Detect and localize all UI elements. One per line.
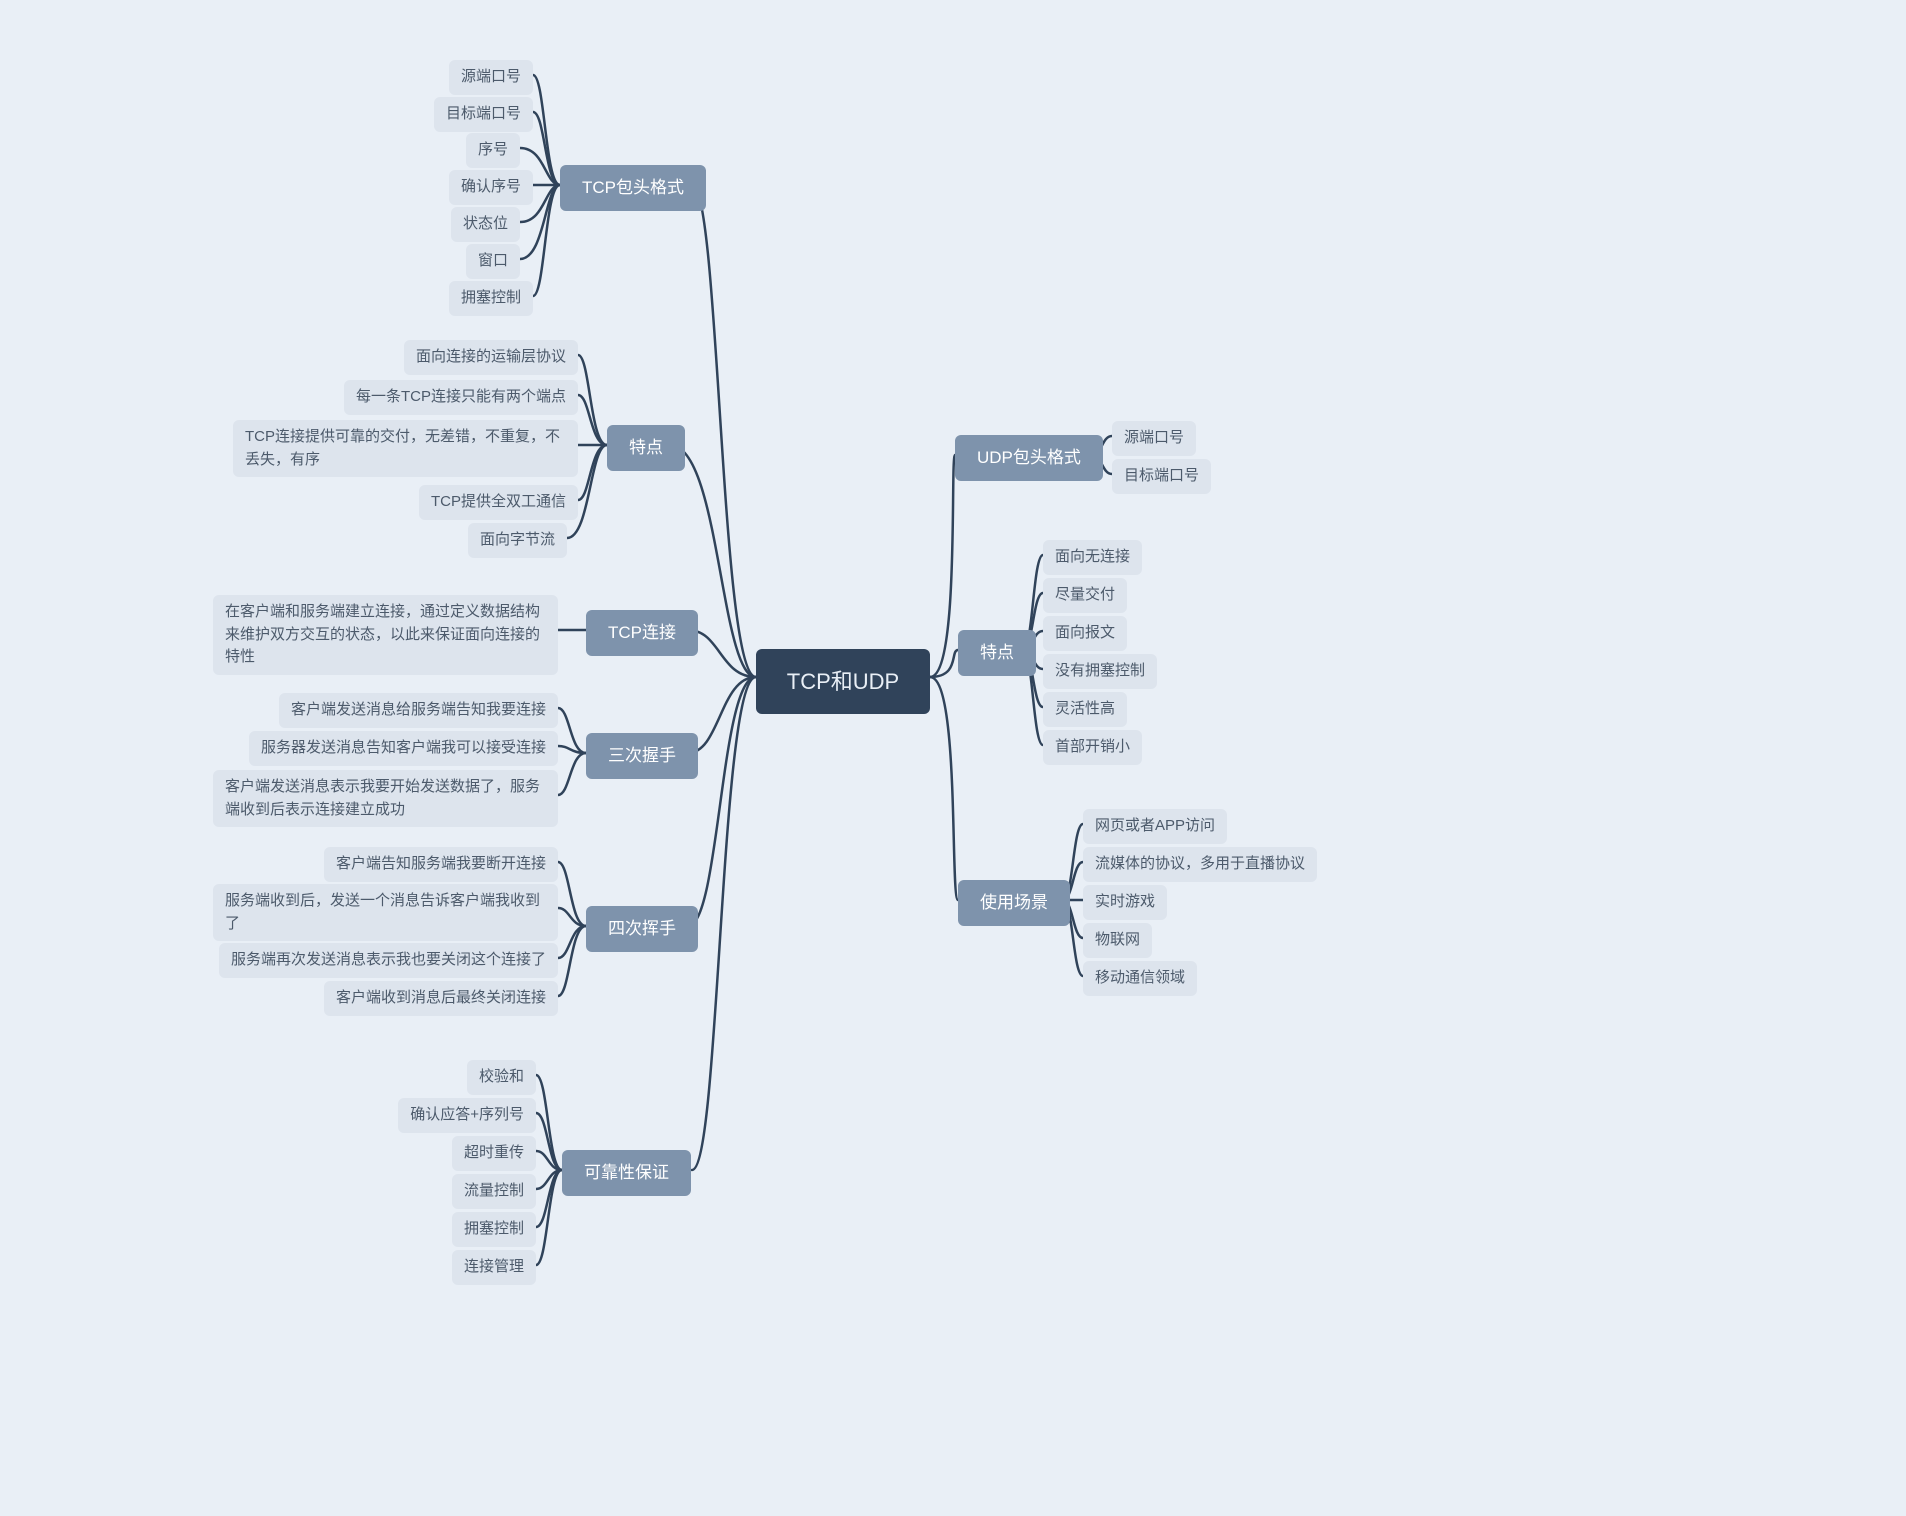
leaf-handshake3-2[interactable]: 客户端发送消息表示我要开始发送数据了，服务 端收到后表示连接建立成功 bbox=[213, 770, 558, 827]
branch-udp-header[interactable]: UDP包头格式 bbox=[955, 435, 1103, 481]
leaf-tcp-header-3[interactable]: 确认序号 bbox=[449, 170, 533, 205]
leaf-tcp-header-1[interactable]: 目标端口号 bbox=[434, 97, 533, 132]
leaf-tcp-feature-2[interactable]: TCP连接提供可靠的交付，无差错，不重复，不 丢失，有序 bbox=[233, 420, 578, 477]
branch-tcp-feature[interactable]: 特点 bbox=[607, 425, 685, 471]
leaf-udp-scene-3[interactable]: 物联网 bbox=[1083, 923, 1152, 958]
branch-udp-feature[interactable]: 特点 bbox=[958, 630, 1036, 676]
leaf-reliability-5[interactable]: 连接管理 bbox=[452, 1250, 536, 1285]
leaf-udp-feature-1[interactable]: 尽量交付 bbox=[1043, 578, 1127, 613]
leaf-udp-scene-1[interactable]: 流媒体的协议，多用于直播协议 bbox=[1083, 847, 1317, 882]
branch-reliability[interactable]: 可靠性保证 bbox=[562, 1150, 691, 1196]
root-node[interactable]: TCP和UDP bbox=[756, 649, 930, 714]
leaf-udp-header-1[interactable]: 目标端口号 bbox=[1112, 459, 1211, 494]
leaf-udp-feature-0[interactable]: 面向无连接 bbox=[1043, 540, 1142, 575]
leaf-reliability-0[interactable]: 校验和 bbox=[467, 1060, 536, 1095]
leaf-udp-feature-2[interactable]: 面向报文 bbox=[1043, 616, 1127, 651]
branch-udp-scene[interactable]: 使用场景 bbox=[958, 880, 1070, 926]
leaf-udp-header-0[interactable]: 源端口号 bbox=[1112, 421, 1196, 456]
leaf-tcp-header-5[interactable]: 窗口 bbox=[466, 244, 520, 279]
leaf-tcp-feature-3[interactable]: TCP提供全双工通信 bbox=[419, 485, 578, 520]
leaf-tcp-header-0[interactable]: 源端口号 bbox=[449, 60, 533, 95]
leaf-reliability-4[interactable]: 拥塞控制 bbox=[452, 1212, 536, 1247]
leaf-udp-scene-2[interactable]: 实时游戏 bbox=[1083, 885, 1167, 920]
branch-tcp-header[interactable]: TCP包头格式 bbox=[560, 165, 706, 211]
leaf-tcp-header-6[interactable]: 拥塞控制 bbox=[449, 281, 533, 316]
leaf-reliability-1[interactable]: 确认应答+序列号 bbox=[398, 1098, 536, 1133]
leaf-udp-feature-5[interactable]: 首部开销小 bbox=[1043, 730, 1142, 765]
leaf-handshake3-0[interactable]: 客户端发送消息给服务端告知我要连接 bbox=[279, 693, 558, 728]
mindmap-canvas: TCP和UDP TCP包头格式 源端口号 目标端口号 序号 确认序号 状态位 窗… bbox=[0, 0, 1906, 1516]
leaf-tcp-header-2[interactable]: 序号 bbox=[466, 133, 520, 168]
leaf-tcp-feature-1[interactable]: 每一条TCP连接只能有两个端点 bbox=[344, 380, 578, 415]
leaf-handshake3-1[interactable]: 服务器发送消息告知客户端我可以接受连接 bbox=[249, 731, 558, 766]
leaf-reliability-3[interactable]: 流量控制 bbox=[452, 1174, 536, 1209]
leaf-udp-feature-3[interactable]: 没有拥塞控制 bbox=[1043, 654, 1157, 689]
leaf-handshake4-2[interactable]: 服务端再次发送消息表示我也要关闭这个连接了 bbox=[219, 943, 558, 978]
leaf-handshake4-3[interactable]: 客户端收到消息后最终关闭连接 bbox=[324, 981, 558, 1016]
leaf-tcp-feature-4[interactable]: 面向字节流 bbox=[468, 523, 567, 558]
leaf-handshake4-1[interactable]: 服务端收到后，发送一个消息告诉客户端我收到 了 bbox=[213, 884, 558, 941]
branch-tcp-conn[interactable]: TCP连接 bbox=[586, 610, 698, 656]
branch-handshake3[interactable]: 三次握手 bbox=[586, 733, 698, 779]
leaf-tcp-feature-0[interactable]: 面向连接的运输层协议 bbox=[404, 340, 578, 375]
leaf-udp-feature-4[interactable]: 灵活性高 bbox=[1043, 692, 1127, 727]
leaf-udp-scene-4[interactable]: 移动通信领域 bbox=[1083, 961, 1197, 996]
branch-handshake4[interactable]: 四次挥手 bbox=[586, 906, 698, 952]
leaf-handshake4-0[interactable]: 客户端告知服务端我要断开连接 bbox=[324, 847, 558, 882]
leaf-tcp-conn-0[interactable]: 在客户端和服务端建立连接，通过定义数据结构 来维护双方交互的状态，以此来保证面向… bbox=[213, 595, 558, 675]
leaf-tcp-header-4[interactable]: 状态位 bbox=[451, 207, 520, 242]
leaf-udp-scene-0[interactable]: 网页或者APP访问 bbox=[1083, 809, 1227, 844]
leaf-reliability-2[interactable]: 超时重传 bbox=[452, 1136, 536, 1171]
